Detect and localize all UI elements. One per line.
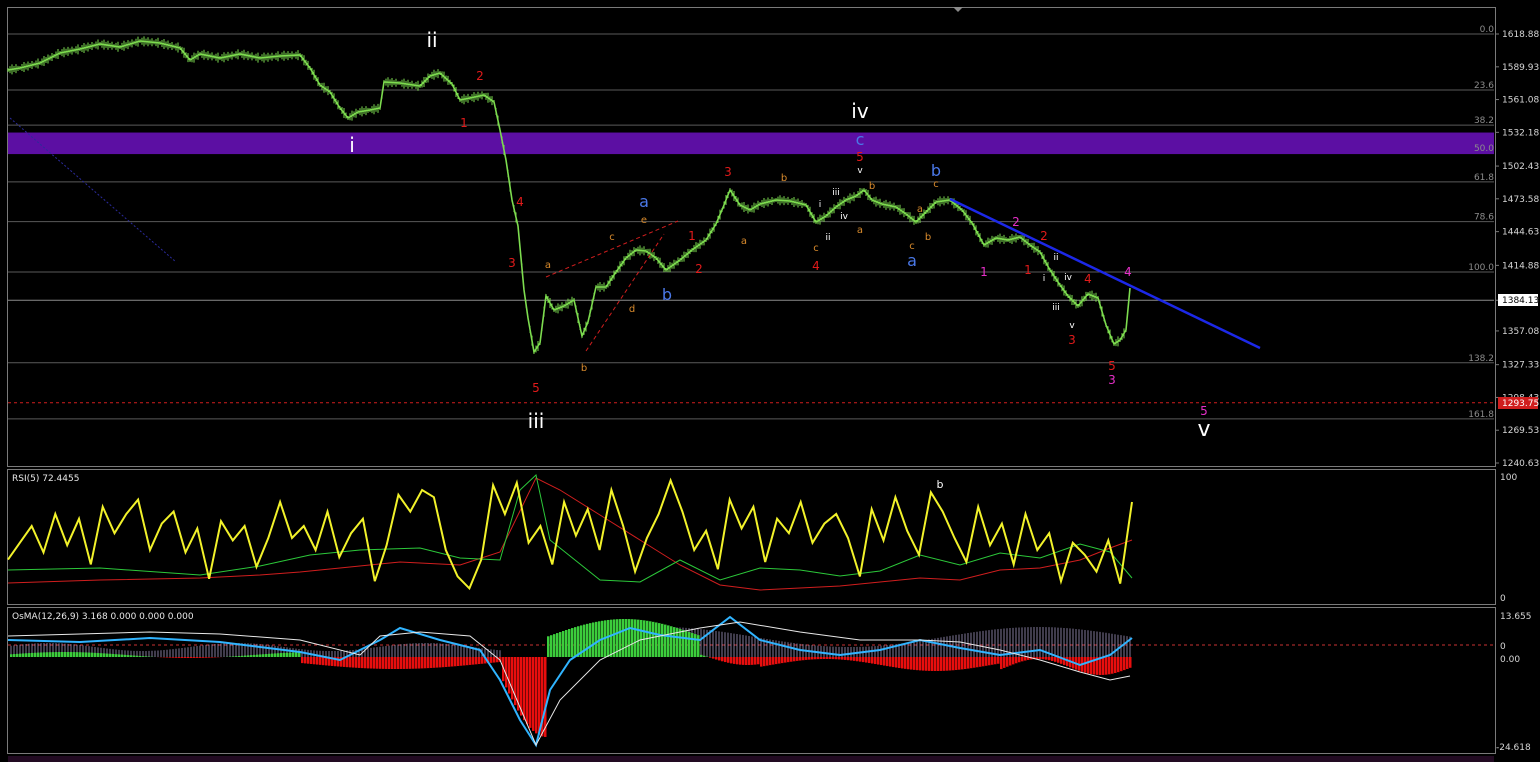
wave-label: 3 <box>1108 373 1116 387</box>
fibonacci-level-labels: 0.0 23.6 38.2 50.0 61.8 78.6 100.0 138.2 161.8 <box>1468 25 1494 420</box>
wave-label: 2 <box>695 262 703 276</box>
wave-label: 5 <box>1108 359 1116 373</box>
fib-level-label: 78.6 <box>1474 213 1494 223</box>
fib-level-label: 38.2 <box>1474 116 1494 126</box>
price-tick-label: 1240.63 <box>1502 459 1539 469</box>
wave-label: 4 <box>1124 265 1132 279</box>
wave-label: v <box>857 166 863 176</box>
wave-label: b <box>781 173 787 184</box>
wave-label: e <box>641 215 647 226</box>
triangle-lower-line <box>585 233 665 352</box>
price-tick-label: 1618.88 <box>1502 30 1539 40</box>
wave-label: i <box>349 133 355 157</box>
price-tick-label: 1589.93 <box>1502 63 1539 73</box>
triangle-upper-line <box>545 220 679 278</box>
wave-label: v <box>1197 417 1210 442</box>
wave-label: 3 <box>724 165 732 179</box>
price-tick-label: 1269.53 <box>1502 426 1539 436</box>
wave-label: ii <box>426 28 437 52</box>
trading-chart[interactable]: 0.0 23.6 38.2 50.0 61.8 78.6 100.0 138.2 161.8 i… <box>0 0 1540 762</box>
wave-label: a <box>907 251 917 270</box>
rsi-scale-min: 0 <box>1500 594 1506 604</box>
wave-label: iv <box>1064 273 1073 283</box>
wave-label: 1 <box>1024 263 1032 277</box>
osma-scale-zero2: 0.00 <box>1500 655 1520 665</box>
wave-label: 1 <box>980 265 988 279</box>
wave-label: b <box>937 478 944 491</box>
wave-label: 5 <box>1200 404 1208 418</box>
wave-label: a <box>639 192 649 211</box>
wave-label: a <box>545 260 551 271</box>
fib-level-label: 100.0 <box>1468 263 1494 273</box>
wave-label: a <box>917 204 923 215</box>
wave-label: 4 <box>812 259 820 273</box>
wave-label: iv <box>851 99 869 123</box>
wave-label: iii <box>1052 303 1060 313</box>
wave-label: c <box>813 243 819 254</box>
wave-label: b <box>662 285 672 304</box>
osma-scale-zero: 0 <box>1500 642 1506 652</box>
wave-label: a <box>741 236 747 247</box>
wave-label: 1 <box>460 116 468 130</box>
fib-level-label: 161.8 <box>1468 410 1494 420</box>
red-line-price-label: 1293.75 <box>1502 399 1539 409</box>
wave-label: c <box>933 179 939 190</box>
bottom-indicator-strip <box>8 756 1494 762</box>
wave-label: ii <box>1053 253 1058 263</box>
wave-label: 3 <box>508 256 516 270</box>
wave-label: b <box>931 161 941 180</box>
fib-level-label: 138.2 <box>1468 354 1494 364</box>
wave-label: b <box>869 181 875 192</box>
wave-label: c <box>856 130 865 149</box>
wave-label: iv <box>840 212 849 222</box>
wave-label: d <box>629 304 635 315</box>
wave-label: c <box>609 232 615 243</box>
price-tick-label: 1473.58 <box>1502 195 1539 205</box>
wave-label: v <box>1069 321 1075 331</box>
chart-shift-marker[interactable] <box>953 7 963 12</box>
main-price-pane[interactable] <box>7 7 1496 467</box>
wave-label: 2 <box>1012 215 1020 229</box>
price-tick-label: 1414.88 <box>1502 261 1539 271</box>
resistance-zone <box>8 132 1494 155</box>
price-tick-label: 1327.33 <box>1502 361 1539 371</box>
price-tick-label: 1561.08 <box>1502 96 1539 106</box>
wave-label: iii <box>832 188 840 198</box>
fib-level-label: 23.6 <box>1474 81 1494 91</box>
wave-label: b <box>581 363 587 374</box>
wave-label: ii <box>825 233 830 243</box>
wave-label: 1 <box>688 229 696 243</box>
fibonacci-grid <box>8 33 1494 420</box>
wave-label: 5 <box>532 381 540 395</box>
price-tick-label: 1357.08 <box>1502 327 1539 337</box>
price-tick-label: 1444.63 <box>1502 228 1539 238</box>
current-price-label: 1384.13 <box>1502 296 1539 306</box>
wave-label: i <box>1043 274 1046 284</box>
osma-histogram <box>10 619 1132 737</box>
wave-label: i <box>819 200 822 210</box>
wave-label: a <box>857 225 863 236</box>
wave-label: 3 <box>1068 333 1076 347</box>
fib-level-label: 0.0 <box>1480 25 1495 35</box>
osma-pane[interactable] <box>7 607 1496 754</box>
fib-level-label: 50.0 <box>1474 144 1494 154</box>
price-close-path <box>7 40 1131 355</box>
rsi-scale-max: 100 <box>1500 473 1517 483</box>
wave-label: 5 <box>856 150 864 164</box>
wave-label: 2 <box>476 69 484 83</box>
rsi-title: RSI(5) 72.4455 <box>12 474 79 484</box>
osma-title: OsMA(12,26,9) 3.168 0.000 0.000 0.000 <box>12 612 194 622</box>
osma-scale-top: 13.655 <box>1500 612 1532 622</box>
wave-label: b <box>925 232 931 243</box>
osma-scale-bottom: -24.618 <box>1496 743 1531 753</box>
price-tick-label: 1502.43 <box>1502 162 1539 172</box>
wave-label: 4 <box>1084 272 1092 286</box>
fib-level-label: 61.8 <box>1474 173 1494 183</box>
rsi-fast-line <box>7 474 1133 583</box>
wave-label: iii <box>528 409 545 433</box>
price-tick-label: 1532.18 <box>1502 128 1539 138</box>
price-candles <box>7 36 1131 355</box>
wave-label: 4 <box>516 195 524 209</box>
wave-label: 2 <box>1040 229 1048 243</box>
